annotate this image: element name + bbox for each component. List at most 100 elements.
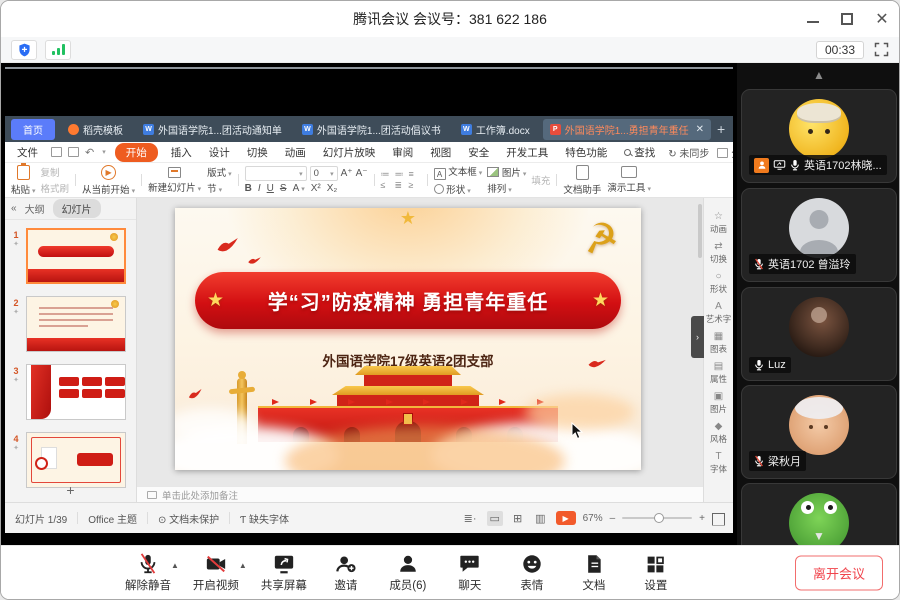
paragraph-group[interactable]: ≔≕≡ ≤≣≥ [381,170,421,190]
network-quality-button[interactable] [45,40,71,60]
docs-button[interactable]: 文档 [563,552,625,593]
add-slide-button[interactable]: + [5,482,136,498]
strike-button[interactable]: S [280,183,287,194]
ribbon-tab-review[interactable]: 审阅 [388,143,417,162]
ribbon-tab-animation[interactable]: 动画 [281,143,310,162]
panel-picture[interactable]: ▣图片 [710,392,727,415]
align-left-icon[interactable]: ≤ [381,181,393,190]
scroll-down-icon[interactable]: ▼ [813,529,825,543]
slide-thumbnail-2[interactable] [26,296,126,352]
copy-button[interactable]: 复制 [41,165,70,179]
zoom-slider[interactable] [622,517,692,519]
zoom-knob[interactable] [654,513,664,523]
textbox-button[interactable]: A 文本框▾ [434,164,483,181]
members-button[interactable]: 成员(6) [377,552,439,593]
notes-toggle-icon[interactable]: ≣· [461,511,480,526]
tab-active-ppt[interactable]: P外国语学院1...勇担青年重任✕ [543,119,711,140]
close-icon[interactable]: ✕ [875,12,889,26]
font-family-select[interactable]: ▾ [245,166,307,181]
grow-font-button[interactable]: A⁺ [341,168,353,179]
outline-tab[interactable]: 大纲 [25,201,45,216]
slide-thumbnail-1[interactable] [26,228,126,284]
play-from-current[interactable]: ▶ 从当前开始▾ [82,165,135,196]
panel-font[interactable]: T字体 [710,452,727,475]
arrange-button[interactable]: 排列▾ [487,181,526,195]
fullscreen-icon[interactable] [874,42,889,57]
panel-chart[interactable]: ▦图表 [710,332,727,355]
tab-close-icon[interactable]: ✕ [696,124,704,135]
new-tab-icon[interactable]: + [717,121,725,137]
notes-bar[interactable]: 单击此处添加备注 [137,486,703,502]
quickbar-dropdown-icon[interactable]: ▾ [102,148,106,156]
panel-animation[interactable]: ☆动画 [710,212,727,235]
shrink-font-button[interactable]: A⁻ [356,168,368,179]
indent-icon[interactable]: ≡ [409,170,421,179]
share-screen-button[interactable]: 共享屏幕 [253,552,315,593]
line-spacing-icon[interactable]: ≥ [409,181,421,190]
italic-button[interactable]: I [258,183,261,194]
settings-button[interactable]: 设置 [625,552,687,593]
subscript-button[interactable]: X₂ [327,183,338,194]
tab-doc3[interactable]: W工作簿.docx [454,119,537,140]
leave-meeting-button[interactable]: 离开会议 [795,555,883,590]
ribbon-tab-security[interactable]: 安全 [464,143,493,162]
doc-assistant-button[interactable]: 文档助手 [563,165,601,196]
participant-tile[interactable]: 英语1702林晓... [741,89,897,183]
sorter-view-icon[interactable]: ⊞ [510,511,525,526]
slides-tab[interactable]: 幻灯片 [53,199,101,218]
emoji-button[interactable]: 表情 [501,552,563,593]
ribbon-tab-features[interactable]: 特色功能 [561,143,611,162]
fit-slide-icon[interactable] [712,513,723,524]
bold-button[interactable]: B [245,183,252,194]
find-button[interactable]: 查找 [620,143,659,162]
ribbon-tab-transition[interactable]: 切换 [243,143,272,162]
menu-file[interactable]: 文件 [13,143,42,162]
shape-button[interactable]: 形状▾ [434,182,483,196]
ribbon-tab-insert[interactable]: 插入 [167,143,196,162]
protection-status[interactable]: ⊙ 文档未保护 [158,511,219,526]
print-icon[interactable] [68,147,79,157]
zoom-in-icon[interactable]: + [699,513,705,524]
paste-button[interactable]: 粘贴▾ [11,165,36,196]
panel-transition[interactable]: ⇄切换 [710,242,727,265]
slideshow-play-button[interactable]: ▶ [556,511,576,525]
numbering-icon[interactable]: ≕ [395,170,407,179]
video-options-caret[interactable]: ▲ [239,561,247,570]
participant-tile[interactable]: 梁秋月 [741,385,897,479]
zoom-value[interactable]: 67% [583,513,603,524]
slide-thumbnail-4[interactable] [26,432,126,488]
ribbon-tab-view[interactable]: 视图 [426,143,455,162]
mic-options-caret[interactable]: ▲ [171,561,179,570]
missing-fonts[interactable]: Ƭ 缺失字体 [240,511,289,526]
ribbon-tab-design[interactable]: 设计 [205,143,234,162]
theme-name[interactable]: Office 主题 [88,511,137,526]
scroll-up-icon[interactable]: ▲ [813,68,825,82]
align-center-icon[interactable]: ≣ [395,181,407,190]
zoom-out-icon[interactable]: – [610,513,616,524]
collapse-panel-icon[interactable]: « [11,203,17,214]
share-button[interactable]: 分享 [717,145,733,160]
tab-docer[interactable]: 稻壳模板 [61,119,130,140]
invite-button[interactable]: 邀请 [315,552,377,593]
undo-icon[interactable]: ↶ [85,146,94,159]
sync-status[interactable]: ↻ 未同步 [668,145,709,160]
participant-tile[interactable]: 英语1702 曾溢玲 [741,188,897,282]
read-view-icon[interactable]: ▥ [532,511,548,526]
panel-style[interactable]: ◆风格 [710,422,727,445]
save-icon[interactable] [51,147,62,157]
security-button[interactable] [11,40,37,60]
font-size-select[interactable]: 0▾ [310,166,338,181]
new-slide-button[interactable]: 新建幻灯片▾ [148,167,201,194]
picture-button[interactable]: 图片▾ [487,165,526,179]
participant-tile[interactable]: Luz [741,287,897,381]
format-painter-button[interactable]: 格式刷 [41,181,70,195]
fill-button[interactable]: 填充 [531,173,550,187]
start-video-button[interactable]: 开启视频 [185,552,247,593]
editor-scrollbar[interactable] [698,204,702,258]
font-color-button[interactable]: A▾ [293,183,305,194]
layout-button[interactable]: 版式▾ [207,165,232,179]
bullets-icon[interactable]: ≔ [381,170,393,179]
section-button[interactable]: 节▾ [207,181,232,195]
normal-view-icon[interactable]: ▭ [487,511,503,526]
expand-panel-handle[interactable]: › [691,316,704,358]
